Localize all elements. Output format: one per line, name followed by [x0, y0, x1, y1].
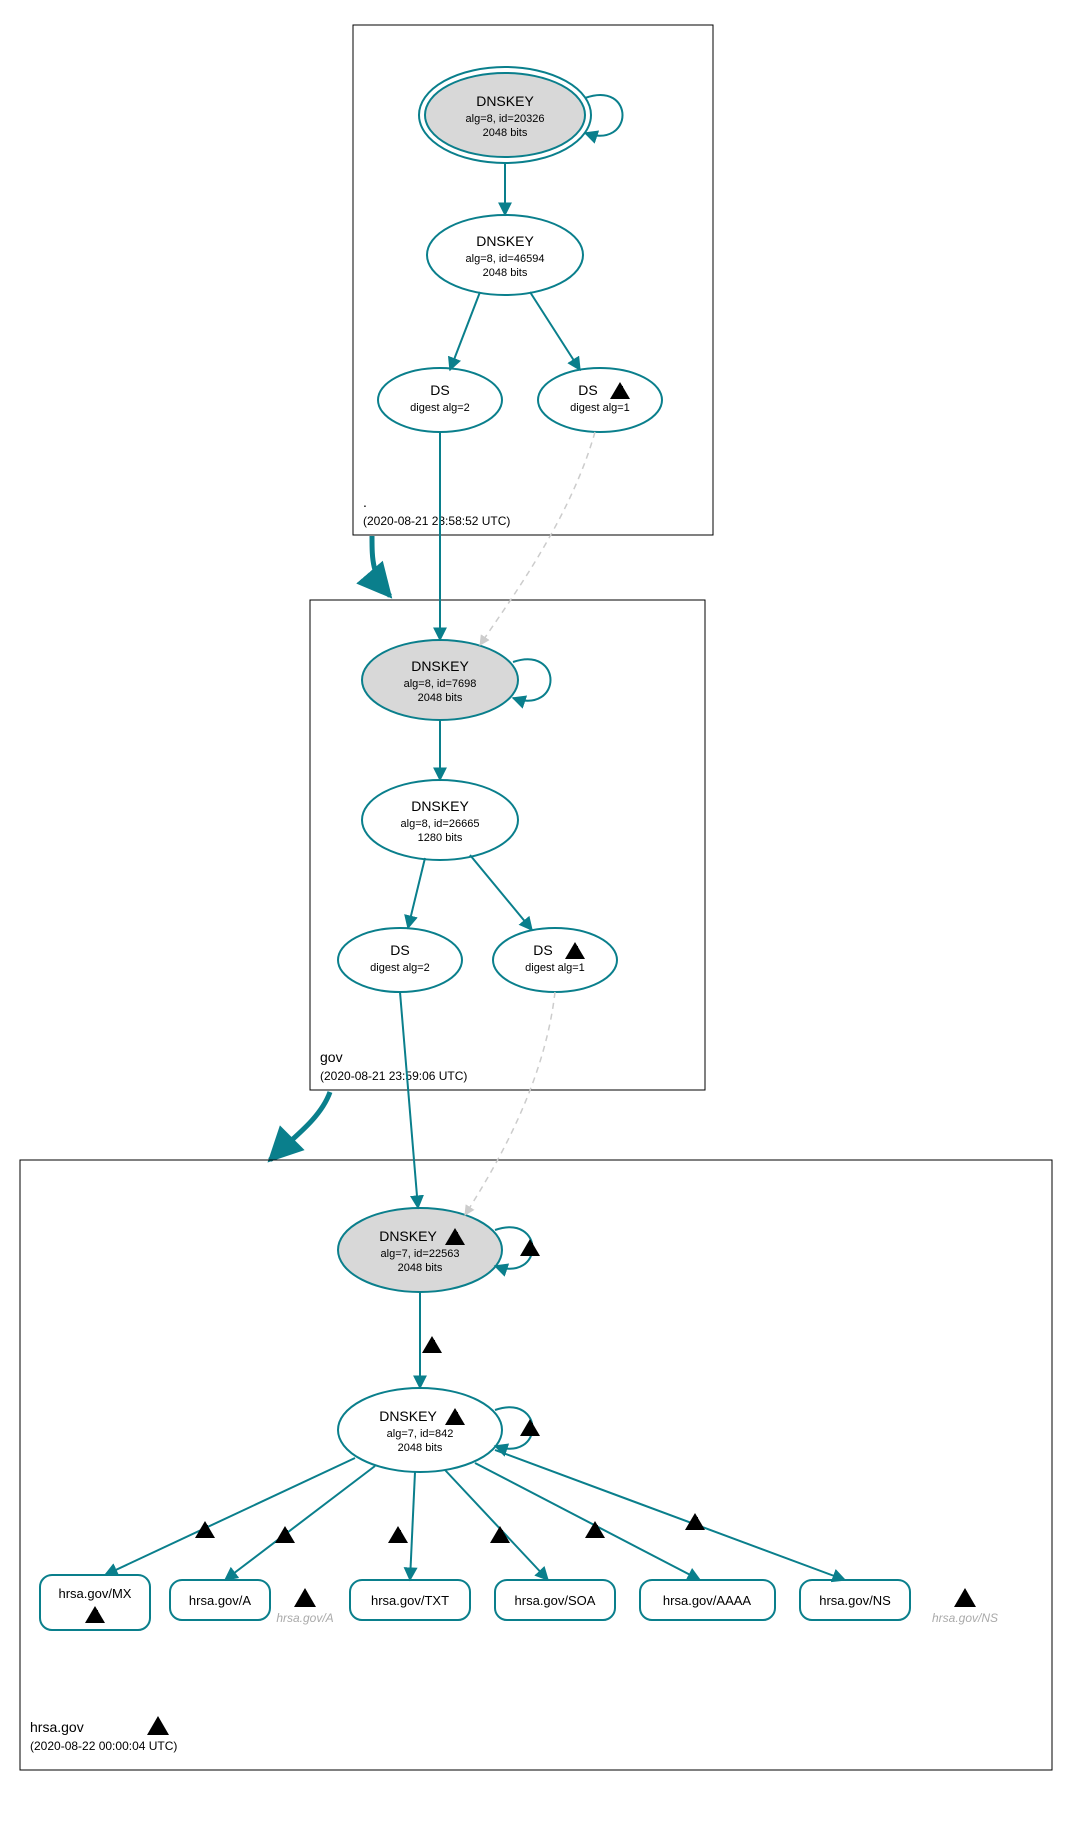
node-root-ksk[interactable]: DNSKEY alg=8, id=20326 2048 bits — [419, 67, 591, 163]
svg-text:hrsa.gov/NS: hrsa.gov/NS — [932, 1611, 998, 1625]
svg-text:DNSKEY: DNSKEY — [411, 798, 469, 814]
rrset-soa[interactable]: hrsa.gov/SOA — [495, 1580, 615, 1620]
edge-rootds1-govksk — [480, 432, 595, 645]
svg-text:hrsa.gov/SOA: hrsa.gov/SOA — [515, 1593, 596, 1608]
node-gov-zsk[interactable]: DNSKEY alg=8, id=26665 1280 bits — [362, 780, 518, 860]
svg-text:2048 bits: 2048 bits — [398, 1442, 443, 1454]
node-hrsa-zsk[interactable]: DNSKEY alg=7, id=842 2048 bits — [338, 1388, 502, 1472]
rrset-a[interactable]: hrsa.gov/A — [170, 1580, 270, 1620]
svg-text:DNSKEY: DNSKEY — [411, 658, 469, 674]
svg-text:hrsa.gov/TXT: hrsa.gov/TXT — [371, 1593, 449, 1608]
svg-text:DS: DS — [430, 382, 449, 398]
svg-text:DNSKEY: DNSKEY — [379, 1408, 437, 1424]
warn-icon — [520, 1239, 540, 1258]
warn-icon — [585, 1521, 605, 1540]
zone-hrsa-name: hrsa.gov — [30, 1719, 84, 1735]
svg-text:DS: DS — [578, 382, 597, 398]
edge-zsk-aaaa — [475, 1463, 700, 1580]
zone-root-name: . — [363, 494, 367, 510]
edge-zsk-txt — [410, 1472, 415, 1580]
svg-text:hrsa.gov/NS: hrsa.gov/NS — [819, 1593, 891, 1608]
svg-text:DNSKEY: DNSKEY — [476, 93, 534, 109]
zone-hrsa-ts: (2020-08-22 00:00:04 UTC) — [30, 1739, 177, 1753]
node-root-ds-2[interactable]: DS digest alg=2 — [378, 368, 502, 432]
edge-gov-zsk-ds1 — [470, 855, 532, 930]
svg-text:alg=8, id=7698: alg=8, id=7698 — [404, 678, 477, 690]
edge-deleg-gov-hrsa — [270, 1092, 330, 1160]
error-icon — [147, 1716, 169, 1736]
svg-text:DS: DS — [390, 942, 409, 958]
svg-text:digest alg=1: digest alg=1 — [525, 962, 585, 974]
edge-zsk-ns — [495, 1450, 845, 1580]
svg-text:hrsa.gov/A: hrsa.gov/A — [276, 1611, 333, 1625]
svg-text:digest alg=1: digest alg=1 — [570, 402, 630, 414]
svg-text:2048 bits: 2048 bits — [418, 692, 463, 704]
edge-zsk-mx — [105, 1458, 355, 1575]
node-hrsa-ksk[interactable]: DNSKEY alg=7, id=22563 2048 bits — [338, 1208, 502, 1292]
svg-text:DS: DS — [533, 942, 552, 958]
svg-text:alg=8, id=46594: alg=8, id=46594 — [466, 253, 545, 265]
zone-root-ts: (2020-08-21 23:58:52 UTC) — [363, 514, 510, 528]
nx-ns[interactable]: hrsa.gov/NS — [932, 1588, 998, 1625]
rrset-txt[interactable]: hrsa.gov/TXT — [350, 1580, 470, 1620]
warn-icon — [520, 1419, 540, 1438]
svg-text:alg=8, id=26665: alg=8, id=26665 — [401, 818, 480, 830]
edge-root-zsk-ds2 — [450, 292, 480, 370]
edge-govds2-hrsaksk — [400, 992, 418, 1208]
svg-text:digest alg=2: digest alg=2 — [410, 402, 470, 414]
node-gov-ksk[interactable]: DNSKEY alg=8, id=7698 2048 bits — [362, 640, 518, 720]
rrset-mx[interactable]: hrsa.gov/MX — [40, 1575, 150, 1630]
svg-text:1280 bits: 1280 bits — [418, 832, 463, 844]
svg-text:hrsa.gov/A: hrsa.gov/A — [189, 1593, 251, 1608]
zone-gov-name: gov — [320, 1049, 343, 1065]
edge-zsk-soa — [445, 1470, 548, 1580]
edge-govds1-hrsaksk — [465, 992, 555, 1215]
warn-icon — [422, 1336, 442, 1355]
zone-gov-ts: (2020-08-21 23:59:06 UTC) — [320, 1069, 467, 1083]
svg-text:2048 bits: 2048 bits — [483, 127, 528, 139]
svg-text:DNSKEY: DNSKEY — [476, 233, 534, 249]
rrset-ns[interactable]: hrsa.gov/NS — [800, 1580, 910, 1620]
svg-text:digest alg=2: digest alg=2 — [370, 962, 430, 974]
node-root-ds-1[interactable]: DS digest alg=1 — [538, 368, 662, 432]
svg-text:hrsa.gov/AAAA: hrsa.gov/AAAA — [663, 1593, 751, 1608]
svg-text:DNSKEY: DNSKEY — [379, 1228, 437, 1244]
node-gov-ds-1[interactable]: DS digest alg=1 — [493, 928, 617, 992]
node-gov-ds-2[interactable]: DS digest alg=2 — [338, 928, 462, 992]
edge-deleg-root-gov — [372, 536, 390, 596]
svg-text:alg=7, id=842: alg=7, id=842 — [387, 1428, 454, 1440]
edge-gov-zsk-ds2 — [408, 858, 425, 928]
rrset-aaaa[interactable]: hrsa.gov/AAAA — [640, 1580, 775, 1620]
svg-text:2048 bits: 2048 bits — [483, 267, 528, 279]
error-icon — [954, 1588, 976, 1608]
nx-a[interactable]: hrsa.gov/A — [276, 1588, 333, 1625]
svg-text:alg=7, id=22563: alg=7, id=22563 — [381, 1248, 460, 1260]
svg-text:alg=8, id=20326: alg=8, id=20326 — [466, 113, 545, 125]
svg-text:hrsa.gov/MX: hrsa.gov/MX — [59, 1586, 132, 1601]
svg-text:2048 bits: 2048 bits — [398, 1262, 443, 1274]
node-root-zsk[interactable]: DNSKEY alg=8, id=46594 2048 bits — [427, 215, 583, 295]
error-icon — [294, 1588, 316, 1608]
edge-root-zsk-ds1 — [530, 292, 580, 370]
warn-icon — [388, 1526, 408, 1545]
